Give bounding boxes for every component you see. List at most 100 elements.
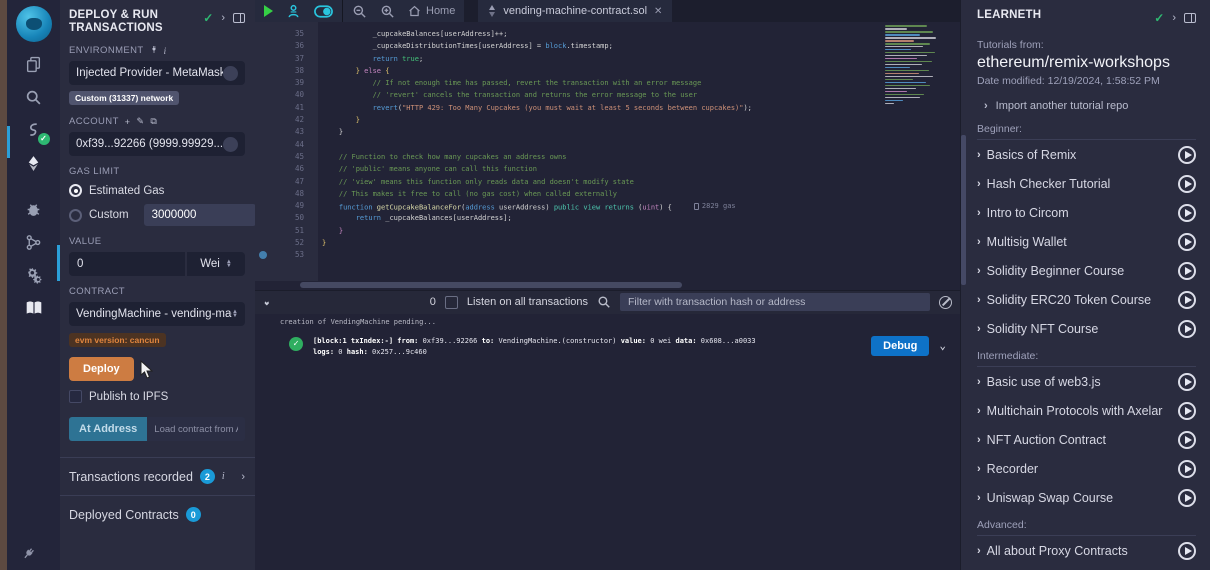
play-tutorial-icon[interactable] bbox=[1178, 320, 1196, 338]
account-dropdown-indicator[interactable] bbox=[223, 137, 238, 152]
horizontal-scrollbar[interactable] bbox=[255, 281, 960, 290]
tutorial-item[interactable]: ›All about Proxy Contracts bbox=[977, 536, 1196, 565]
custom-gas-option[interactable]: Custom bbox=[69, 204, 245, 226]
chevron-right-icon[interactable]: › bbox=[221, 12, 225, 24]
chevron-right-icon[interactable]: › bbox=[977, 405, 981, 417]
play-tutorial-icon[interactable] bbox=[1178, 431, 1196, 449]
tutorial-item[interactable]: ›Solidity Beginner Course bbox=[977, 256, 1196, 285]
chevron-right-icon[interactable]: › bbox=[977, 265, 981, 277]
line-number[interactable]: 39 bbox=[255, 77, 318, 89]
code-line[interactable]: 51 } bbox=[255, 225, 960, 237]
code-editor[interactable]: 35 _cupcakeBalances[userAddress]++;36 _c… bbox=[255, 22, 960, 281]
contract-select[interactable]: VendingMachine - vending-machin ▲▼ bbox=[69, 302, 245, 326]
pin-panel-icon[interactable] bbox=[233, 13, 245, 23]
editor-tab[interactable]: vending-machine-contract.sol ✕ bbox=[478, 0, 672, 22]
expand-log-icon[interactable]: ⌄ bbox=[939, 339, 946, 352]
code-line[interactable]: 42 } bbox=[255, 114, 960, 126]
horizontal-scrollbar-thumb[interactable] bbox=[300, 282, 682, 288]
line-number[interactable]: 38 bbox=[255, 65, 318, 77]
play-tutorial-icon[interactable] bbox=[1178, 542, 1196, 560]
clear-console-icon[interactable] bbox=[939, 296, 952, 309]
code-line[interactable]: 44 bbox=[255, 139, 960, 151]
play-tutorial-icon[interactable] bbox=[1178, 291, 1196, 309]
code-line[interactable]: 45 // Function to check how many cupcake… bbox=[255, 151, 960, 163]
tutorial-item[interactable]: ›Basics of Remix bbox=[977, 140, 1196, 169]
tutorial-item[interactable]: ›Solidity ERC20 Token Course bbox=[977, 285, 1196, 314]
code-line[interactable]: 35 _cupcakeBalances[userAddress]++; bbox=[255, 28, 960, 40]
search-icon[interactable] bbox=[23, 86, 45, 108]
code-line[interactable]: 53 bbox=[255, 249, 960, 261]
terminal[interactable]: creation of VendingMachine pending... ✓ … bbox=[255, 314, 960, 570]
code-line[interactable]: 52} bbox=[255, 237, 960, 249]
estimated-gas-option[interactable]: Estimated Gas bbox=[69, 184, 245, 197]
code-line[interactable]: 47 // 'view' means this function only re… bbox=[255, 176, 960, 188]
run-script-icon[interactable] bbox=[264, 5, 273, 17]
toggle-icon[interactable] bbox=[314, 5, 333, 18]
environment-select[interactable]: Injected Provider - MetaMask bbox=[69, 61, 245, 85]
breakpoint-dot[interactable] bbox=[259, 251, 267, 259]
chevron-right-icon[interactable]: › bbox=[977, 294, 981, 306]
import-repo-link[interactable]: › Import another tutorial repo bbox=[977, 100, 1196, 112]
publish-ipfs-checkbox[interactable] bbox=[69, 390, 82, 403]
code-line[interactable]: 37 return true; bbox=[255, 53, 960, 65]
walkthrough-person-icon[interactable] bbox=[286, 4, 301, 19]
tutorial-item[interactable]: ›Basic use of web3.js bbox=[977, 367, 1196, 396]
play-tutorial-icon[interactable] bbox=[1178, 262, 1196, 280]
chevron-right-icon[interactable]: › bbox=[977, 434, 981, 446]
play-tutorial-icon[interactable] bbox=[1178, 460, 1196, 478]
chevron-right-icon[interactable]: › bbox=[977, 149, 981, 161]
chevron-right-icon[interactable]: › bbox=[977, 178, 981, 190]
at-address-button[interactable]: At Address bbox=[69, 417, 147, 441]
line-number[interactable]: 43 bbox=[255, 126, 318, 138]
info-icon[interactable]: i bbox=[164, 46, 167, 56]
minimap[interactable] bbox=[878, 22, 958, 281]
tutorial-item[interactable]: ›Intro to Circom bbox=[977, 198, 1196, 227]
code-line[interactable]: 43 } bbox=[255, 126, 960, 138]
code-line[interactable]: 36 _cupcakeDistributionTimes[userAddress… bbox=[255, 40, 960, 52]
line-number[interactable]: 35 bbox=[255, 28, 318, 40]
transactions-recorded-row[interactable]: Transactions recorded 2 i › bbox=[60, 457, 255, 495]
chevron-right-icon[interactable]: › bbox=[977, 323, 981, 335]
learneth-scrollbar-thumb[interactable] bbox=[961, 135, 966, 285]
line-number[interactable]: 46 bbox=[255, 163, 318, 175]
sign-message-icon[interactable]: ✎ bbox=[136, 116, 144, 127]
line-number[interactable]: 37 bbox=[255, 53, 318, 65]
chevron-right-icon[interactable]: › bbox=[977, 376, 981, 388]
play-tutorial-icon[interactable] bbox=[1178, 373, 1196, 391]
play-tutorial-icon[interactable] bbox=[1178, 175, 1196, 193]
estimated-gas-radio[interactable] bbox=[69, 184, 82, 197]
code-line[interactable]: 48 // This makes it free to call (no gas… bbox=[255, 188, 960, 200]
value-unit-select[interactable]: Wei ▲▼ bbox=[187, 252, 245, 276]
code-line[interactable]: 46 // 'public' means anyone can call thi… bbox=[255, 163, 960, 175]
tutorial-item[interactable]: › bbox=[977, 565, 1196, 570]
code-line[interactable]: 40 // 'revert' cancels the transaction a… bbox=[255, 89, 960, 101]
terminal-search-icon[interactable] bbox=[597, 295, 611, 309]
source-control-icon[interactable] bbox=[23, 231, 45, 253]
plugin-connector-icon[interactable] bbox=[21, 546, 36, 566]
deploy-button[interactable]: Deploy bbox=[69, 357, 134, 381]
chevron-right-icon[interactable]: › bbox=[1172, 12, 1176, 24]
deployed-contracts-row[interactable]: Deployed Contracts 0 bbox=[60, 495, 255, 533]
at-address-input[interactable] bbox=[147, 417, 245, 441]
tutorial-item[interactable]: ›NFT Auction Contract bbox=[977, 425, 1196, 454]
line-number[interactable]: 47 bbox=[255, 176, 318, 188]
code-line[interactable]: 38 } else { bbox=[255, 65, 960, 77]
play-tutorial-icon[interactable] bbox=[1178, 489, 1196, 507]
learneth-icon[interactable] bbox=[23, 297, 45, 319]
info-icon[interactable]: i bbox=[222, 471, 225, 482]
play-tutorial-icon[interactable] bbox=[1178, 204, 1196, 222]
chevron-right-icon[interactable]: › bbox=[977, 463, 981, 475]
line-number[interactable]: 36 bbox=[255, 40, 318, 52]
account-select[interactable]: 0xf39...92266 (9999.99929... bbox=[69, 132, 245, 156]
zoom-out-icon[interactable] bbox=[352, 4, 367, 19]
contract-stepper-icon[interactable]: ▲▼ bbox=[232, 310, 238, 318]
line-number[interactable]: 48 bbox=[255, 188, 318, 200]
tutorial-item[interactable]: ›Recorder bbox=[977, 454, 1196, 483]
file-explorer-icon[interactable] bbox=[23, 53, 45, 75]
play-tutorial-icon[interactable] bbox=[1178, 402, 1196, 420]
chevron-right-icon[interactable]: › bbox=[977, 207, 981, 219]
tutorial-item[interactable]: ›Uniswap Swap Course bbox=[977, 483, 1196, 512]
value-input[interactable] bbox=[69, 252, 185, 276]
code-line[interactable]: 39 // If not enough time has passed, rev… bbox=[255, 77, 960, 89]
chevron-right-icon[interactable]: › bbox=[977, 236, 981, 248]
